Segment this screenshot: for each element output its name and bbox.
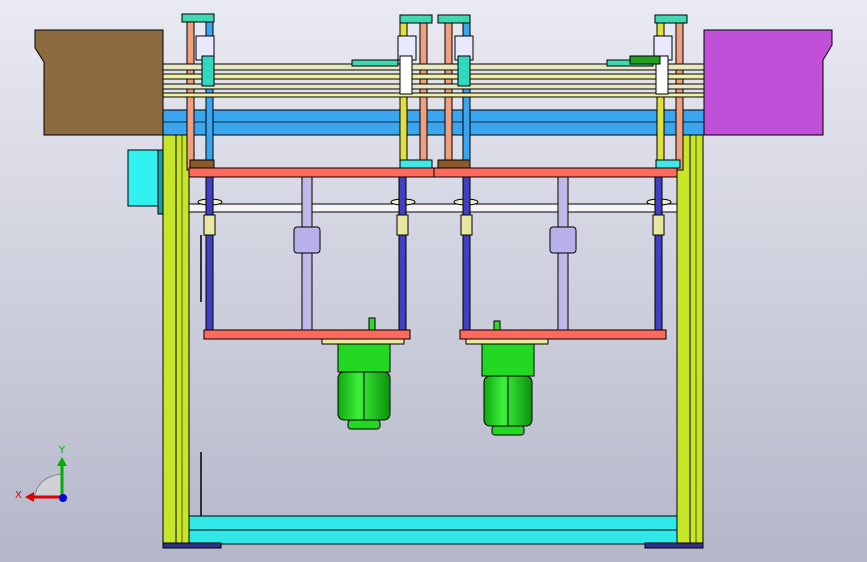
motor-body-right xyxy=(481,343,535,377)
gripper-2-jaw xyxy=(399,55,413,95)
bushing-4 xyxy=(652,214,665,236)
rail-bracket-3 xyxy=(629,55,661,65)
top-rail-3 xyxy=(162,83,705,90)
bushing-2 xyxy=(396,214,409,236)
gripper-1-jaw xyxy=(201,55,215,87)
frame-post-left-inner xyxy=(175,134,190,544)
rail-bracket-1 xyxy=(351,59,399,67)
guide-shaft-1 xyxy=(205,176,214,333)
ball-nut-right xyxy=(549,226,577,254)
mount-block-4 xyxy=(655,159,681,169)
frame-post-left-outer xyxy=(162,134,177,544)
foot-right xyxy=(644,542,704,549)
top-cap-1 xyxy=(181,13,215,23)
x-axis-arrow xyxy=(25,492,34,502)
mount-block-2 xyxy=(399,159,433,169)
guide-shaft-2 xyxy=(398,176,407,333)
motor-body-left xyxy=(337,343,391,373)
y-axis-arrow xyxy=(57,457,67,466)
frame-post-right-outer xyxy=(689,134,704,544)
motor-flange-right xyxy=(465,338,549,345)
triad-base xyxy=(33,473,63,499)
top-rail-4 xyxy=(162,92,705,98)
top-cap-2 xyxy=(399,14,433,24)
white-cross-beam xyxy=(188,203,678,213)
bushing-3 xyxy=(460,214,473,236)
motor-cap-right xyxy=(491,425,525,436)
guide-shaft-3 xyxy=(462,176,471,333)
y-axis-label: Y xyxy=(58,445,66,456)
x-axis-label: X xyxy=(15,490,22,501)
frame-post-right-inner xyxy=(676,134,691,544)
lower-plate-left xyxy=(203,329,411,340)
guide-shaft-4 xyxy=(654,176,663,333)
control-box xyxy=(127,149,163,207)
top-rail-2 xyxy=(162,73,705,80)
left-conveyor xyxy=(34,29,164,136)
z-axis-dot xyxy=(59,494,67,502)
sensor-tab-right xyxy=(493,320,501,331)
lower-plate-right xyxy=(459,329,667,340)
motor-cap-left xyxy=(347,419,381,430)
axis-triad: Y X xyxy=(15,445,67,502)
mount-block-3 xyxy=(437,159,471,169)
cad-drawing xyxy=(0,0,867,562)
cad-viewport[interactable]: Y X xyxy=(0,0,867,562)
top-cap-3 xyxy=(437,14,471,24)
gripper-3-jaw xyxy=(457,55,471,87)
top-blue-beam xyxy=(162,109,705,136)
sensor-tab-left xyxy=(368,317,376,331)
upper-lift-plate xyxy=(188,167,678,178)
right-conveyor xyxy=(703,29,833,136)
mount-block-1 xyxy=(189,159,215,169)
bushing-1 xyxy=(203,214,216,236)
ball-nut-left xyxy=(293,226,321,254)
top-cap-4 xyxy=(654,14,688,24)
foot-left xyxy=(162,542,222,549)
motor-flange-left xyxy=(321,338,405,345)
